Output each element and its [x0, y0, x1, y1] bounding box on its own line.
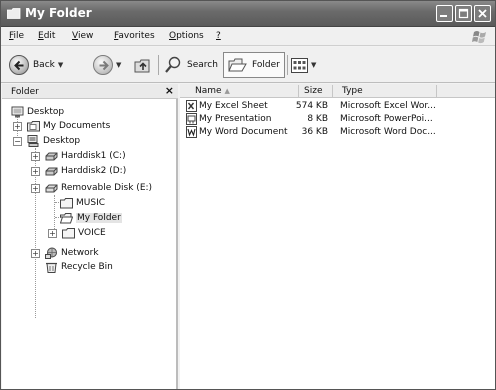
- folder-icon: [62, 228, 75, 239]
- removable-disk-icon: [45, 184, 58, 193]
- desktop-icon: [11, 106, 24, 118]
- expand-icon[interactable]: +: [31, 151, 40, 161]
- file-size: 8 KB: [307, 114, 328, 124]
- file-list-pane: Name ▲ Size Type My Excel Sheet 574 KB M…: [180, 84, 495, 389]
- up-folder-icon: [134, 59, 150, 73]
- minimize-icon: [440, 15, 447, 17]
- forward-dropdown-icon[interactable]: ▼: [116, 61, 121, 69]
- harddisk-icon: [45, 167, 58, 176]
- column-header-type[interactable]: Type: [342, 86, 363, 96]
- folders-toggle-button[interactable]: Folder: [223, 52, 285, 78]
- file-size: 36 KB: [301, 127, 328, 137]
- folder-label: Folder: [252, 60, 280, 70]
- column-header-name[interactable]: Name ▲: [195, 86, 230, 96]
- back-arrow-icon: [14, 60, 24, 71]
- tree-node-music[interactable]: MUSIC: [60, 196, 105, 210]
- forward-arrow-circle: [93, 55, 113, 75]
- column-divider[interactable]: [298, 85, 299, 97]
- my-documents-icon: [27, 121, 40, 132]
- folder-icon: [7, 8, 21, 19]
- toolbar-separator: [287, 55, 288, 75]
- expand-icon[interactable]: +: [31, 248, 40, 258]
- maximize-button[interactable]: [455, 5, 472, 22]
- computer-icon: [27, 135, 39, 147]
- file-name: My Presentation: [199, 114, 272, 124]
- file-type: Microsoft Excel Wor...: [340, 101, 436, 111]
- menu-favorites[interactable]: Favorites: [114, 31, 155, 41]
- file-row[interactable]: My Word Document 36 KB Microsoft Word Do…: [180, 126, 495, 139]
- word-file-icon: [186, 126, 197, 138]
- close-icon: [478, 9, 487, 18]
- views-button[interactable]: ▼: [291, 55, 316, 75]
- views-dropdown-icon[interactable]: ▼: [311, 61, 316, 69]
- tree-node-my-folder[interactable]: My Folder: [60, 211, 122, 225]
- file-type: Microsoft Word Doc...: [340, 127, 436, 137]
- menu-edit[interactable]: Edit: [38, 31, 55, 41]
- tree-node-recycle-bin[interactable]: Recycle Bin: [45, 260, 113, 274]
- windows-logo-icon: [472, 31, 486, 44]
- close-pane-icon[interactable]: ×: [165, 84, 174, 97]
- tree-node-desktop-computer[interactable]: − Desktop: [13, 134, 80, 148]
- menu-view[interactable]: View: [72, 31, 93, 41]
- search-icon: [165, 56, 181, 73]
- file-name: My Excel Sheet: [199, 101, 268, 111]
- open-folder-icon: [60, 213, 73, 224]
- toolbar: Back ▼ ▼ Search Folder ▼: [1, 47, 495, 83]
- file-row[interactable]: My Excel Sheet 574 KB Microsoft Excel Wo…: [180, 100, 495, 113]
- network-icon: [45, 247, 57, 259]
- folder-pane-title: Folder: [11, 87, 39, 97]
- file-row[interactable]: My Presentation 8 KB Microsoft PowerPoi.…: [180, 113, 495, 126]
- expand-icon[interactable]: +: [13, 121, 22, 131]
- column-divider[interactable]: [332, 85, 333, 97]
- close-button[interactable]: [474, 5, 491, 22]
- back-button[interactable]: Back ▼: [9, 53, 63, 77]
- folders-icon: [228, 58, 247, 72]
- tree-node-network[interactable]: + Network: [31, 246, 99, 260]
- column-divider[interactable]: [436, 85, 437, 97]
- folder-tree-pane: Folder × Desktop + My Documents − Deskto…: [2, 84, 178, 389]
- tree-node-harddisk1[interactable]: + Harddisk1 (C:): [31, 149, 126, 163]
- menu-file[interactable]: File: [9, 31, 24, 41]
- column-header-size[interactable]: Size: [304, 86, 322, 96]
- back-arrow-circle: [9, 55, 29, 75]
- up-folder-button[interactable]: [133, 53, 153, 77]
- expand-icon[interactable]: +: [48, 228, 57, 238]
- folder-icon: [60, 198, 73, 209]
- column-headers: Name ▲ Size Type: [180, 84, 495, 98]
- collapse-icon[interactable]: −: [13, 136, 22, 146]
- tree-node-harddisk2[interactable]: + Harddisk2 (D:): [31, 164, 126, 178]
- powerpoint-file-icon: [186, 113, 197, 125]
- maximize-icon: [458, 8, 469, 19]
- menu-bar: File Edit View Favorites Options ?: [1, 28, 495, 46]
- search-label: Search: [187, 60, 218, 70]
- recycle-bin-icon: [46, 262, 57, 273]
- file-name: My Word Document: [199, 127, 288, 137]
- views-icon: [291, 57, 308, 73]
- file-size: 574 KB: [295, 101, 328, 111]
- folder-pane-header: Folder ×: [2, 84, 178, 99]
- window-title: My Folder: [25, 6, 92, 20]
- minimize-button[interactable]: [436, 5, 453, 22]
- excel-file-icon: [186, 100, 197, 112]
- forward-arrow-icon: [99, 60, 109, 71]
- title-bar[interactable]: My Folder: [1, 1, 495, 27]
- expand-icon[interactable]: +: [31, 183, 40, 193]
- menu-help[interactable]: ?: [216, 31, 221, 41]
- sort-ascending-icon: ▲: [224, 87, 230, 95]
- tree-node-my-documents[interactable]: + My Documents: [13, 119, 110, 133]
- menu-options[interactable]: Options: [169, 31, 204, 41]
- toolbar-separator: [158, 55, 159, 75]
- back-dropdown-icon[interactable]: ▼: [58, 61, 63, 69]
- back-label: Back: [33, 60, 55, 70]
- file-type: Microsoft PowerPoi...: [340, 114, 433, 124]
- explorer-window: My Folder File Edit View Favorites Optio…: [0, 0, 496, 390]
- tree-node-voice[interactable]: + VOICE: [48, 226, 106, 240]
- expand-icon[interactable]: +: [31, 166, 40, 176]
- forward-button[interactable]: ▼: [93, 53, 121, 77]
- search-button[interactable]: Search: [163, 53, 218, 77]
- harddisk-icon: [45, 152, 58, 161]
- tree-node-desktop-root[interactable]: Desktop: [11, 105, 64, 119]
- tree-node-removable-disk[interactable]: + Removable Disk (E:): [31, 181, 152, 195]
